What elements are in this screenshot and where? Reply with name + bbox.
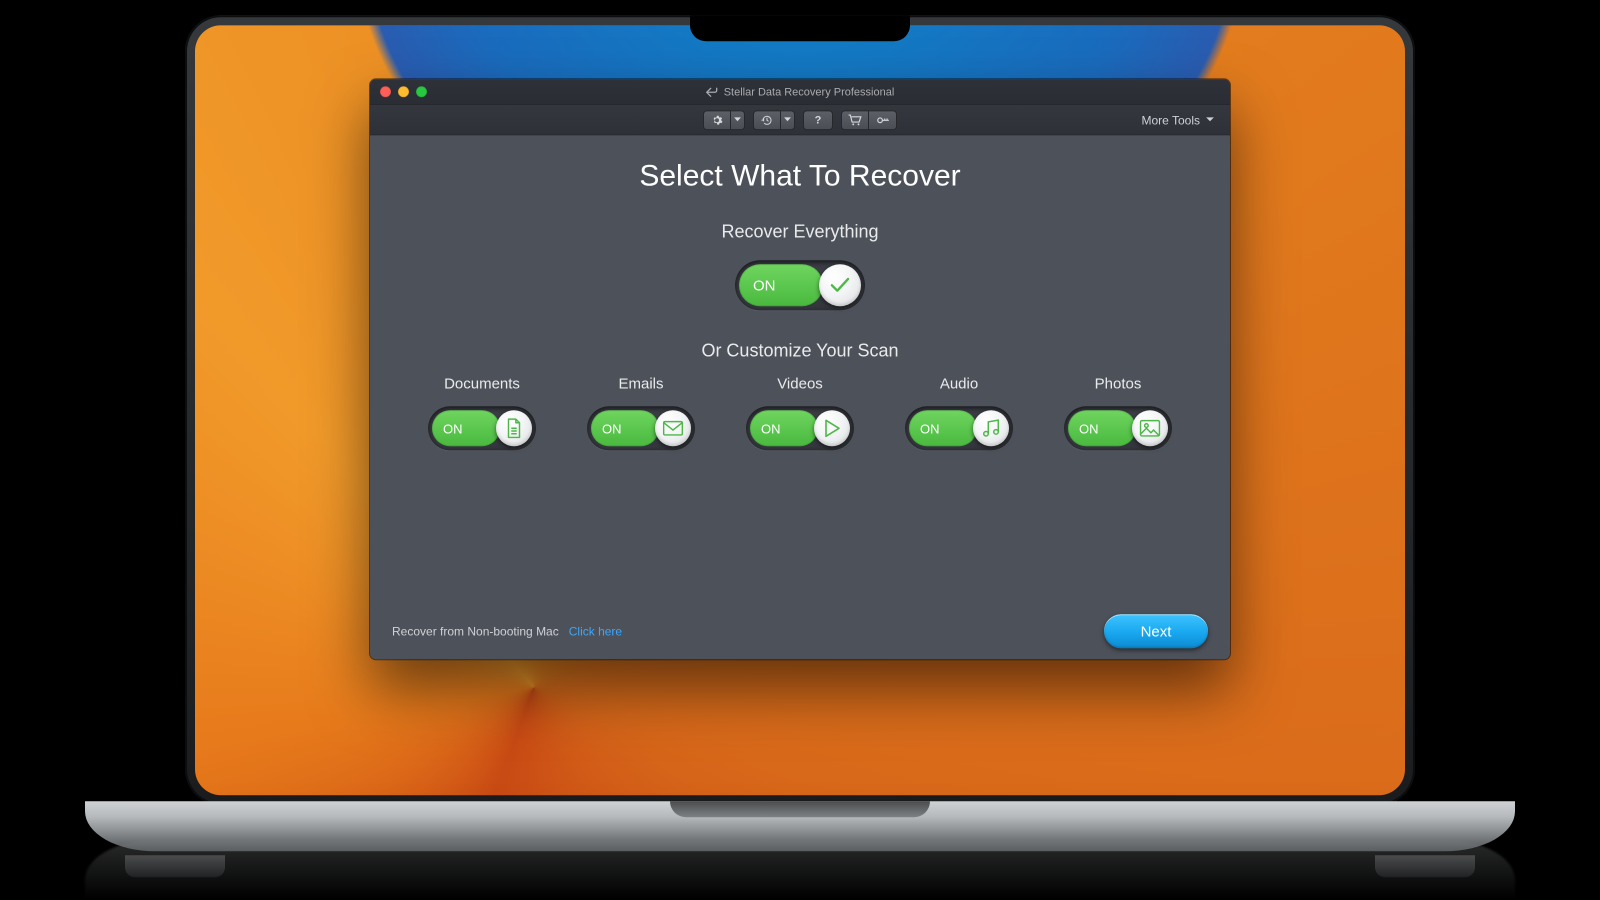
window-title-text: Stellar Data Recovery Professional — [724, 86, 895, 98]
document-icon — [504, 417, 524, 439]
history-icon — [761, 114, 773, 126]
toggle-state-label: ON — [443, 421, 463, 436]
category-label: Photos — [1095, 375, 1142, 392]
activate-button[interactable] — [869, 110, 897, 130]
category-videos: Videos ON — [724, 375, 876, 450]
footer: Recover from Non-booting Mac Click here … — [370, 603, 1230, 659]
chevron-down-icon — [784, 117, 791, 122]
toggle-knob — [1132, 410, 1168, 446]
settings-dropdown[interactable] — [731, 110, 745, 130]
chevron-down-icon — [1206, 117, 1214, 122]
titlebar: Stellar Data Recovery Professional — [370, 79, 1230, 105]
toggle-state-label: ON — [602, 421, 622, 436]
gear-icon — [711, 114, 723, 126]
category-label: Videos — [777, 375, 823, 392]
laptop-reflection — [85, 840, 1515, 900]
photos-toggle[interactable]: ON — [1064, 406, 1172, 450]
toggle-state-label: ON — [920, 421, 940, 436]
toolbar: ? More Tools — [370, 105, 1230, 135]
category-label: Audio — [940, 375, 978, 392]
category-label: Emails — [618, 375, 663, 392]
notch — [690, 15, 910, 41]
category-label: Documents — [444, 375, 520, 392]
page-title: Select What To Recover — [639, 159, 960, 193]
main-content: Select What To Recover Recover Everythin… — [370, 135, 1230, 603]
toggle-knob — [819, 264, 861, 306]
category-emails: Emails ON — [565, 375, 717, 450]
toggle-state-label: ON — [753, 277, 776, 294]
recover-everything-label: Recover Everything — [721, 221, 878, 242]
category-row: Documents ON Emails ON — [400, 375, 1200, 450]
next-button[interactable]: Next — [1104, 614, 1208, 648]
toggle-knob — [655, 410, 691, 446]
toggle-state-label: ON — [761, 421, 781, 436]
category-documents: Documents ON — [406, 375, 558, 450]
app-window: Stellar Data Recovery Professional — [370, 79, 1230, 659]
videos-toggle[interactable]: ON — [746, 406, 854, 450]
key-icon — [876, 114, 890, 126]
more-tools-label: More Tools — [1142, 113, 1200, 127]
category-audio: Audio ON — [883, 375, 1035, 450]
zoom-button[interactable] — [416, 86, 427, 97]
music-icon — [981, 417, 1001, 439]
window-title: Stellar Data Recovery Professional — [706, 86, 895, 98]
screen-bezel: Stellar Data Recovery Professional — [185, 15, 1415, 805]
category-photos: Photos ON — [1042, 375, 1194, 450]
recover-everything-toggle[interactable]: ON — [735, 260, 865, 310]
history-dropdown[interactable] — [781, 110, 795, 130]
window-controls — [380, 86, 427, 97]
emails-toggle[interactable]: ON — [587, 406, 695, 450]
help-button[interactable]: ? — [803, 110, 833, 130]
check-icon — [829, 276, 851, 294]
customize-scan-label: Or Customize Your Scan — [701, 340, 898, 361]
nonboot-link[interactable]: Click here — [569, 624, 622, 638]
more-tools-dropdown[interactable]: More Tools — [1142, 113, 1214, 127]
desktop-wallpaper: Stellar Data Recovery Professional — [195, 25, 1405, 795]
back-arrow-icon[interactable] — [706, 87, 718, 97]
audio-toggle[interactable]: ON — [905, 406, 1013, 450]
minimize-button[interactable] — [398, 86, 409, 97]
laptop-frame: Stellar Data Recovery Professional — [185, 15, 1415, 851]
chevron-down-icon — [734, 117, 741, 122]
toggle-knob — [814, 410, 850, 446]
next-button-label: Next — [1141, 623, 1172, 640]
settings-button[interactable] — [703, 110, 731, 130]
close-button[interactable] — [380, 86, 391, 97]
history-button[interactable] — [753, 110, 781, 130]
documents-toggle[interactable]: ON — [428, 406, 536, 450]
toggle-knob — [973, 410, 1009, 446]
buy-button[interactable] — [841, 110, 869, 130]
toggle-knob — [496, 410, 532, 446]
play-icon — [823, 418, 841, 438]
toggle-state-label: ON — [1079, 421, 1099, 436]
image-icon — [1139, 419, 1161, 437]
cart-icon — [848, 114, 862, 126]
nonboot-label: Recover from Non-booting Mac — [392, 624, 559, 638]
mail-icon — [662, 420, 684, 436]
